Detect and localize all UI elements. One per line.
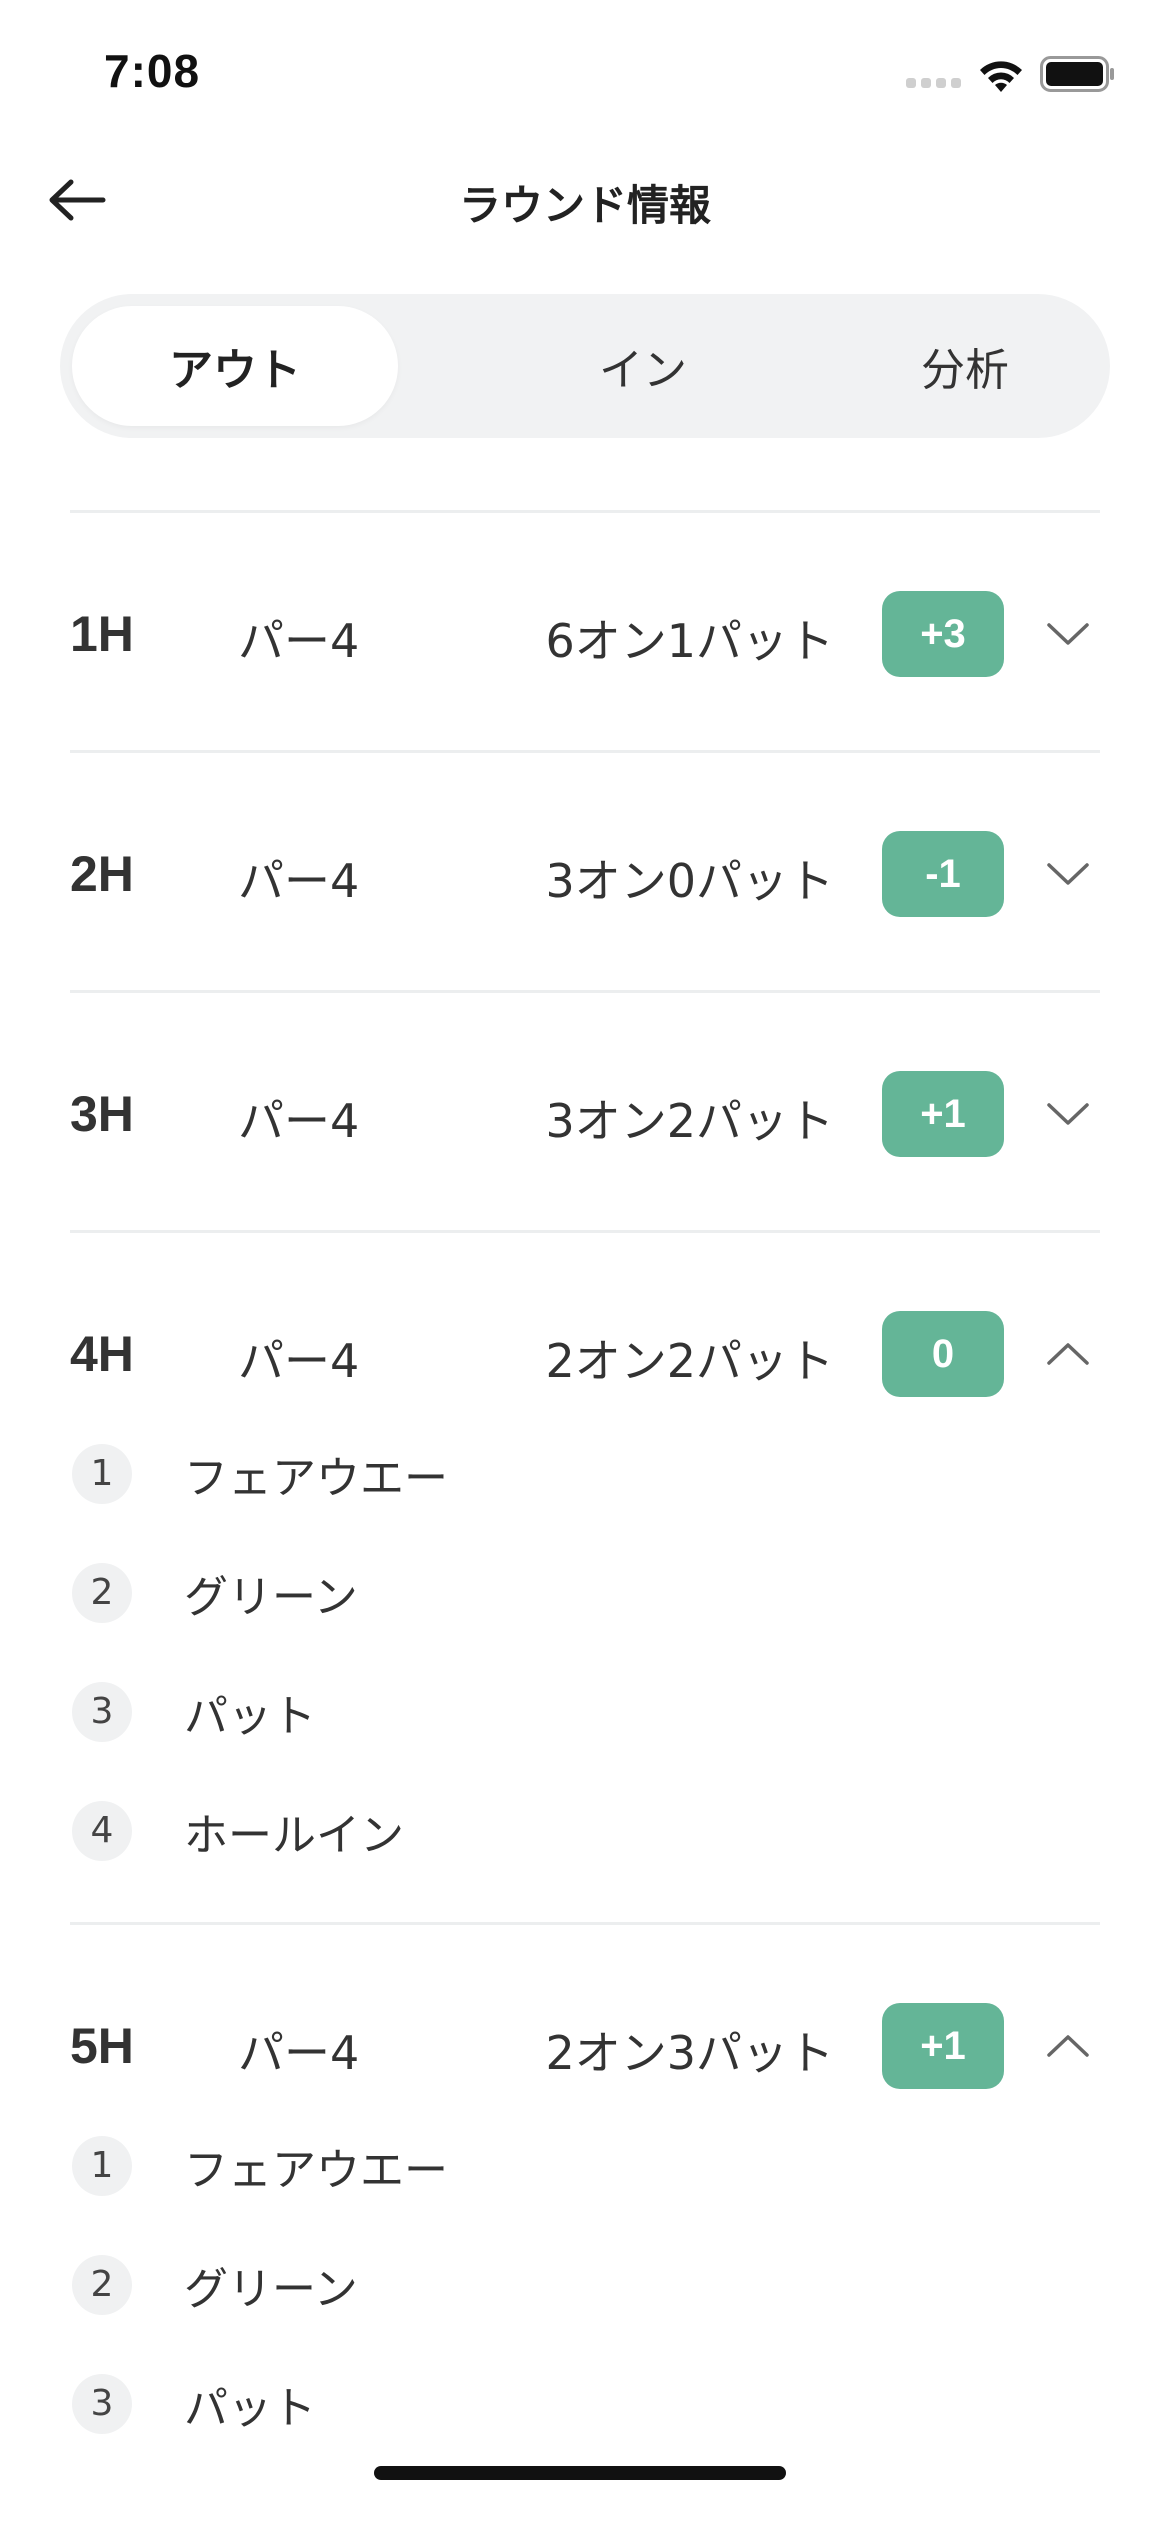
chevron-down-icon — [1047, 1103, 1089, 1125]
hole-result: 3オン2パット — [545, 1094, 834, 1148]
status-time: 7:08 — [104, 45, 201, 97]
shot-list: 1 フェアウエー 2 グリーン 3 パット — [70, 2106, 1100, 2463]
chevron-down-icon — [1047, 623, 1089, 645]
expand-toggle[interactable] — [1036, 1087, 1100, 1141]
segmented-tabs: アウト イン 分析 — [60, 294, 1110, 438]
collapse-toggle[interactable] — [1036, 1327, 1100, 1381]
hole-number: 3H — [70, 1086, 134, 1142]
hole-number: 2H — [70, 846, 134, 902]
header: ラウンド情報 — [0, 150, 1170, 250]
hole-result: 3オン0パット — [545, 854, 834, 908]
hole-list: 1H パー4 6オン1パット +3 2H パー4 3オン0パット -1 3H パ… — [70, 510, 1100, 2463]
collapse-toggle[interactable] — [1036, 2019, 1100, 2073]
cellular-signal-icon — [906, 76, 962, 90]
page-title: ラウンド情報 — [458, 181, 711, 230]
expand-toggle[interactable] — [1036, 607, 1100, 661]
shot-number-badge: 4 — [72, 1800, 132, 1861]
score-badge: +3 — [882, 591, 1004, 677]
shot-item: 1 フェアウエー — [70, 2106, 1100, 2225]
tab-out[interactable]: アウト — [72, 306, 398, 426]
chevron-down-icon — [1047, 863, 1089, 885]
hole-result: 2オン2パット — [545, 1334, 834, 1388]
hole-row-1[interactable]: 1H パー4 6オン1パット +3 — [70, 513, 1100, 750]
chevron-up-icon — [1047, 2035, 1089, 2057]
shot-item: 1 フェアウエー — [70, 1414, 1100, 1533]
hole-par: パー4 — [238, 614, 360, 668]
shot-label: パット — [184, 1690, 316, 1742]
shot-item: 3 パット — [70, 2344, 1100, 2463]
shot-label: フェアウエー — [184, 1452, 448, 1504]
hole-result: 2オン3パット — [545, 2026, 834, 2080]
hole-par: パー4 — [238, 1094, 360, 1148]
wifi-icon — [980, 61, 1022, 92]
hole-number: 5H — [70, 2018, 134, 2074]
shot-label: グリーン — [184, 2263, 358, 2315]
score-badge: -1 — [882, 831, 1004, 917]
hole-par: パー4 — [238, 1334, 360, 1388]
battery-icon — [1040, 56, 1114, 92]
score-badge: +1 — [882, 1071, 1004, 1157]
shot-number-badge: 3 — [72, 2373, 132, 2434]
score-badge: +1 — [882, 2003, 1004, 2089]
shot-item: 4 ホールイン — [70, 1771, 1100, 1890]
shot-item: 2 グリーン — [70, 2225, 1100, 2344]
shot-number-badge: 2 — [72, 2254, 132, 2315]
shot-label: ホールイン — [184, 1809, 404, 1861]
shot-number-badge: 1 — [72, 1443, 132, 1504]
shot-number-badge: 2 — [72, 1562, 132, 1623]
expand-toggle[interactable] — [1036, 847, 1100, 901]
shot-list: 1 フェアウエー 2 グリーン 3 パット 4 ホールイン — [70, 1414, 1100, 1922]
hole-row-2[interactable]: 2H パー4 3オン0パット -1 — [70, 753, 1100, 990]
chevron-up-icon — [1047, 1343, 1089, 1365]
shot-label: グリーン — [184, 1571, 358, 1623]
hole-number: 4H — [70, 1326, 134, 1382]
status-bar: 7:08 — [0, 0, 1170, 150]
hole-row-3[interactable]: 3H パー4 3オン2パット +1 — [70, 993, 1100, 1230]
hole-par: パー4 — [238, 2026, 360, 2080]
hole-number: 1H — [70, 606, 134, 662]
shot-item: 3 パット — [70, 1652, 1100, 1771]
hole-result: 6オン1パット — [545, 614, 834, 668]
shot-label: フェアウエー — [184, 2144, 448, 2196]
shot-number-badge: 3 — [72, 1681, 132, 1742]
shot-item: 2 グリーン — [70, 1533, 1100, 1652]
tab-in[interactable]: イン — [478, 306, 808, 426]
shot-number-badge: 1 — [72, 2135, 132, 2196]
hole-par: パー4 — [238, 854, 360, 908]
shot-label: パット — [184, 2382, 316, 2434]
home-indicator[interactable] — [374, 2466, 786, 2480]
score-badge: 0 — [882, 1311, 1004, 1397]
tab-analysis[interactable]: 分析 — [830, 306, 1100, 426]
